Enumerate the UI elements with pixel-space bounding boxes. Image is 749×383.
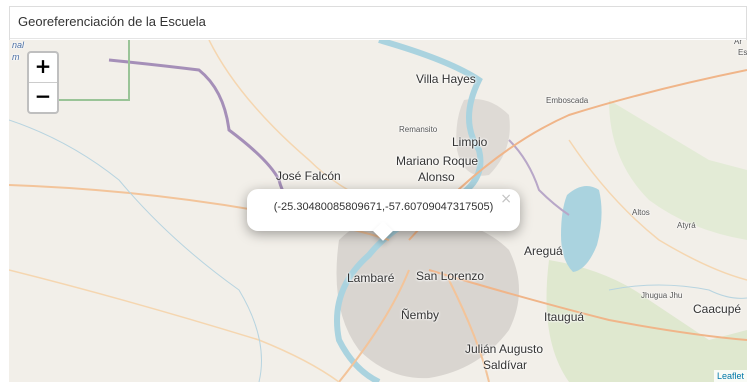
road xyxy=(9,269,340,382)
place-label: José Falcón xyxy=(276,169,341,183)
place-label: Saldívar xyxy=(483,358,528,372)
popup-close-button[interactable]: × xyxy=(500,191,512,207)
place-label: Caacupé xyxy=(693,302,742,316)
place-label: Villa Hayes xyxy=(416,72,476,86)
map-label: Ar xyxy=(734,40,742,46)
zoom-in-button[interactable]: + xyxy=(29,53,57,82)
place-label: Itauguá xyxy=(544,310,585,324)
zoom-control: + − xyxy=(27,51,59,114)
place-label: Julián Augusto xyxy=(465,342,544,356)
place-label: Limpio xyxy=(452,135,488,149)
place-label: Remansito xyxy=(399,125,438,134)
place-label: San Lorenzo xyxy=(416,269,485,283)
road xyxy=(208,40,390,211)
place-label: Altos xyxy=(632,208,650,217)
panel-title: Georeferenciación de la Escuela xyxy=(10,7,746,39)
place-label: Emboscada xyxy=(546,96,589,105)
map-view[interactable]: nal m Ar Es Villa Hayes Emboscada Remans… xyxy=(9,40,747,382)
zoom-out-button[interactable]: − xyxy=(29,82,57,112)
popup-coordinates-text: (-25.30480085809671,-57.60709047317505) xyxy=(247,201,520,213)
lake xyxy=(561,186,602,272)
place-label: Jhugua Jhu xyxy=(641,291,683,300)
border-line xyxy=(108,58,300,212)
map-label: Es xyxy=(738,48,747,57)
forest-area xyxy=(609,100,747,240)
coordinates-popup: (-25.30480085809671,-57.60709047317505) … xyxy=(247,189,520,241)
place-label: Areguá xyxy=(524,244,563,258)
place-label: Atyrá xyxy=(677,221,696,230)
map-label: nal xyxy=(12,40,25,50)
map-attribution-link[interactable]: Leaflet xyxy=(713,370,747,382)
map-label: m xyxy=(12,52,20,62)
place-label: Lambaré xyxy=(347,271,395,285)
place-label: Alonso xyxy=(418,170,455,184)
place-label: Ñemby xyxy=(401,308,440,322)
place-label: Mariano Roque xyxy=(396,154,479,168)
stream xyxy=(9,119,262,382)
